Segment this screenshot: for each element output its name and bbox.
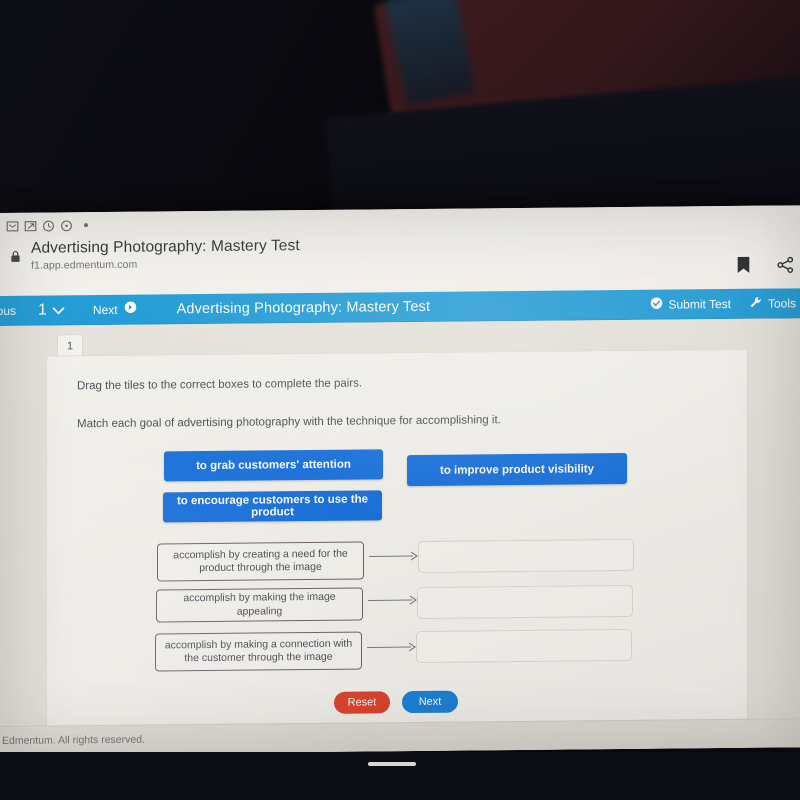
drop-target[interactable]: [418, 538, 634, 573]
home-indicator: [368, 762, 416, 766]
submit-test-button[interactable]: Submit Test: [650, 296, 731, 313]
submit-test-label: Submit Test: [668, 296, 731, 312]
circle-arrow-right-icon: [124, 301, 137, 319]
page-url: f1.app.edmentum.com: [31, 258, 138, 272]
browser-actions: [736, 255, 800, 280]
drop-target[interactable]: [417, 584, 633, 619]
check-circle-icon: [650, 297, 663, 313]
bookmark-icon[interactable]: [736, 256, 751, 280]
device-screen: Advertising Photography: Mastery Test f1…: [0, 205, 800, 755]
chevron-down-icon: [52, 306, 65, 315]
page-title: Advertising Photography: Mastery Test: [31, 237, 300, 257]
next-question-label: Next: [92, 302, 118, 318]
question-selector[interactable]: 1: [38, 301, 65, 319]
next-question-button[interactable]: Next: [93, 301, 137, 319]
next-button[interactable]: Next: [402, 690, 458, 714]
tab-restore-icon[interactable]: [5, 218, 20, 233]
question-number-value: 1: [38, 301, 47, 319]
tabstrip-dot: [84, 223, 88, 228]
bottom-bezel: [0, 752, 800, 800]
instruction-line-1: Drag the tiles to the correct boxes to c…: [77, 377, 363, 393]
draggable-tile[interactable]: to encourage customers to use the produc…: [163, 490, 382, 523]
tools-label: Tools: [767, 296, 796, 311]
question-number-tab[interactable]: 1: [57, 334, 83, 358]
prompt-box: accomplish by making the image appealing: [156, 587, 363, 623]
reset-button[interactable]: Reset: [334, 691, 390, 714]
previous-button[interactable]: vious: [0, 304, 16, 318]
share-icon[interactable]: [777, 256, 794, 278]
omnibox-row[interactable]: Advertising Photography: Mastery Test f1…: [0, 229, 800, 274]
recent-icon[interactable]: [59, 218, 74, 233]
tab-sync-icon[interactable]: [23, 218, 38, 233]
test-actions: Submit Test Tools: [650, 288, 796, 319]
question-panel: Drag the tiles to the correct boxes to c…: [46, 348, 748, 740]
tools-button[interactable]: Tools: [749, 295, 796, 311]
test-title: Advertising Photography: Mastery Test: [176, 298, 431, 318]
question-content-area: 1 Drag the tiles to the correct boxes to…: [0, 318, 800, 755]
drop-target[interactable]: [416, 628, 632, 664]
draggable-tile[interactable]: to improve product visibility: [407, 452, 627, 487]
arrow-right-icon: [368, 593, 418, 611]
prompt-box: accomplish by creating a need for the pr…: [157, 541, 364, 582]
draggable-tile[interactable]: to grab customers' attention: [164, 449, 383, 482]
browser-chrome: Advertising Photography: Mastery Test f1…: [0, 205, 800, 296]
wrench-icon: [749, 296, 762, 312]
arrow-right-icon: [367, 640, 417, 658]
bezel-top-left: [0, 0, 420, 215]
history-icon[interactable]: [41, 218, 56, 233]
reflection-blue: [384, 0, 476, 107]
arrow-right-icon: [369, 549, 419, 567]
lock-icon: [10, 250, 23, 268]
instruction-line-2: Match each goal of advertising photograp…: [77, 414, 501, 431]
copyright-text: Edmentum. All rights reserved.: [2, 733, 145, 747]
prompt-box: accomplish by making a connection with t…: [155, 631, 362, 672]
